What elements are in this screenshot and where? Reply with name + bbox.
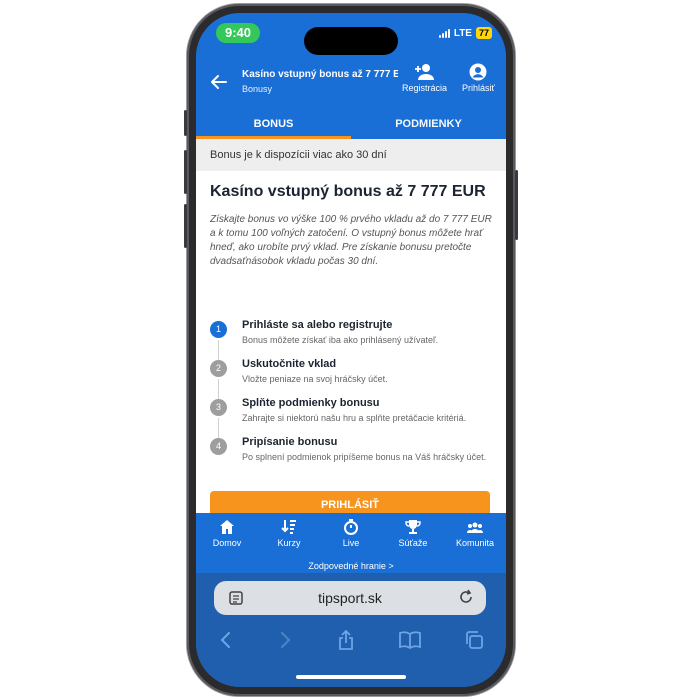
step-connector bbox=[218, 418, 219, 438]
registration-button[interactable]: Registrácia bbox=[402, 63, 447, 93]
tab-conditions[interactable]: PODMIENKY bbox=[351, 111, 506, 139]
reload-icon[interactable] bbox=[458, 589, 474, 605]
nav-competitions[interactable]: Súťaže bbox=[382, 513, 444, 559]
bonus-content: Bonus je k dispozícii viac ako 30 dní Ka… bbox=[196, 139, 506, 519]
step-text: Po splnení podmienok pripíšeme bonus na … bbox=[242, 452, 487, 462]
step-title: Uskutočnite vklad bbox=[242, 358, 337, 370]
nav-label: Kurzy bbox=[277, 538, 301, 548]
phone-screen: 9:40 LTE 77 Kasíno vstupný bonus až 7 77… bbox=[196, 13, 506, 687]
nav-label: Komunita bbox=[455, 538, 495, 548]
step-connector bbox=[218, 379, 219, 399]
header-subtitle: Bonusy bbox=[242, 84, 273, 94]
account-icon bbox=[469, 63, 487, 81]
bottom-nav: Domov Kurzy Live Súťaže Komunita bbox=[196, 513, 506, 559]
nav-label: Domov bbox=[212, 538, 242, 548]
app-header: Kasíno vstupný bonus až 7 777 EUR Bonusy… bbox=[196, 57, 506, 111]
step-title: Splňte podmienky bonusu bbox=[242, 397, 380, 409]
reader-icon[interactable] bbox=[228, 590, 244, 606]
step-text: Zahrajte si niektorú našu hru a splňte p… bbox=[242, 413, 467, 423]
home-icon bbox=[220, 520, 234, 534]
community-icon bbox=[467, 522, 483, 533]
step-title: Prihláste sa alebo registrujte bbox=[242, 319, 393, 331]
login-header-label: Prihlásiť bbox=[462, 83, 495, 93]
step-number: 3 bbox=[210, 399, 227, 416]
browser-chrome: tipsport.sk bbox=[196, 573, 506, 687]
step-number: 4 bbox=[210, 438, 227, 455]
bonus-description: Získajte bonus vo výške 100 % prvého vkl… bbox=[210, 214, 492, 267]
forward-icon[interactable] bbox=[277, 631, 293, 649]
url-text: tipsport.sk bbox=[318, 590, 382, 606]
availability-notice: Bonus je k dispozícii viac ako 30 dní bbox=[196, 139, 506, 171]
bookmarks-icon[interactable] bbox=[398, 631, 421, 649]
nav-community[interactable]: Komunita bbox=[444, 513, 506, 559]
nav-label: Live bbox=[342, 538, 360, 548]
nav-label: Súťaže bbox=[398, 538, 428, 548]
stopwatch-icon bbox=[344, 519, 358, 535]
bonus-title: Kasíno vstupný bonus až 7 777 EUR bbox=[210, 183, 486, 200]
share-icon[interactable] bbox=[337, 630, 355, 650]
nav-odds[interactable]: Kurzy bbox=[258, 513, 320, 559]
phone-volume-down bbox=[184, 204, 187, 248]
phone-volume-up bbox=[184, 150, 187, 194]
add-user-icon bbox=[414, 64, 434, 80]
address-bar[interactable]: tipsport.sk bbox=[214, 581, 486, 615]
back-arrow-icon[interactable] bbox=[210, 73, 228, 91]
odds-icon bbox=[281, 520, 296, 534]
step-text: Bonus môžete získať iba ako prihlásený u… bbox=[242, 335, 439, 345]
step-title: Pripísanie bonusu bbox=[242, 436, 338, 448]
tab-bonus[interactable]: BONUS bbox=[196, 111, 351, 139]
phone-power-button bbox=[515, 170, 518, 240]
status-time: 9:40 bbox=[216, 23, 260, 43]
tabs-icon[interactable] bbox=[464, 630, 484, 650]
signal-icon bbox=[438, 28, 450, 38]
browser-toolbar bbox=[196, 625, 506, 655]
step-connector bbox=[218, 340, 219, 360]
step-text: Vložte peniaze na svoj hráčsky účet. bbox=[242, 374, 388, 384]
trophy-icon bbox=[405, 520, 421, 534]
status-bar: 9:40 LTE 77 bbox=[196, 13, 506, 57]
dynamic-island bbox=[304, 27, 398, 55]
status-indicators: LTE 77 bbox=[438, 27, 492, 39]
nav-home[interactable]: Domov bbox=[196, 513, 258, 559]
login-header-button[interactable]: Prihlásiť bbox=[462, 63, 495, 93]
network-label: LTE bbox=[453, 27, 472, 39]
responsible-gaming-link[interactable]: Zodpovedné hranie > bbox=[196, 559, 506, 573]
phone-side-button bbox=[184, 110, 187, 136]
battery-icon: 77 bbox=[475, 27, 492, 39]
registration-label: Registrácia bbox=[402, 83, 448, 93]
step-number: 1 bbox=[210, 321, 227, 338]
header-title: Kasíno vstupný bonus až 7 777 EUR bbox=[242, 69, 398, 80]
nav-live[interactable]: Live bbox=[320, 513, 382, 559]
step-number: 2 bbox=[210, 360, 227, 377]
tab-bar: BONUS PODMIENKY bbox=[196, 111, 506, 139]
home-indicator bbox=[296, 675, 406, 679]
back-icon[interactable] bbox=[218, 631, 234, 649]
